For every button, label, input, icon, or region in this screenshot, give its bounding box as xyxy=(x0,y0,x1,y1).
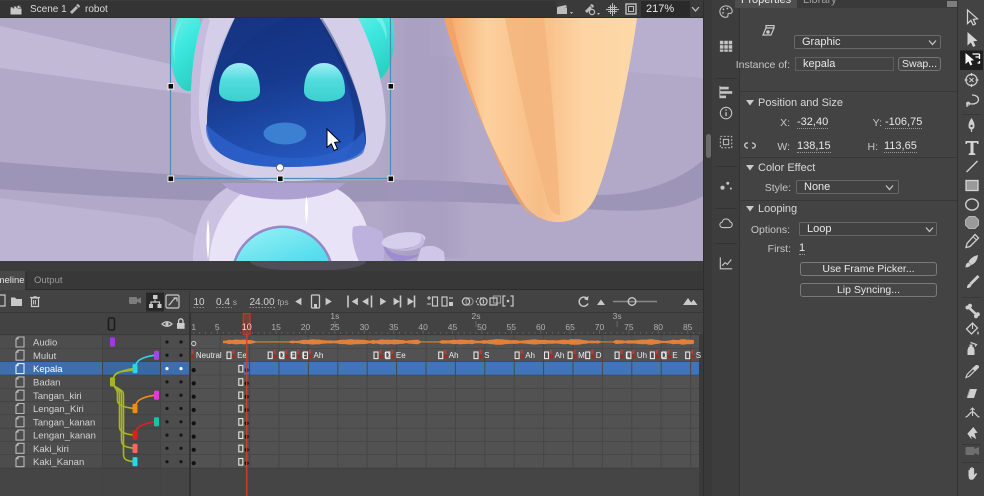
svg-text:Neutral: Neutral xyxy=(196,351,222,360)
svg-text:55: 55 xyxy=(507,322,517,332)
svg-text:Lengan_Kiri: Lengan_Kiri xyxy=(33,404,84,415)
svg-text:Kaki_Kanan: Kaki_Kanan xyxy=(33,457,84,468)
svg-text:10: 10 xyxy=(194,297,206,308)
svg-text:Uh: Uh xyxy=(637,351,647,360)
svg-text:50: 50 xyxy=(477,322,487,332)
svg-text:D: D xyxy=(596,351,602,360)
svg-text:20: 20 xyxy=(301,322,311,332)
svg-text:15: 15 xyxy=(271,322,281,332)
svg-text:5: 5 xyxy=(215,322,220,332)
svg-text:F: F xyxy=(302,351,307,360)
svg-text:S: S xyxy=(696,351,701,360)
svg-text:L: L xyxy=(625,351,630,360)
svg-text:75: 75 xyxy=(624,322,634,332)
svg-text:35: 35 xyxy=(389,322,399,332)
svg-text:40: 40 xyxy=(418,322,428,332)
svg-text:70: 70 xyxy=(595,322,605,332)
svg-text:Tangan_kanan: Tangan_kanan xyxy=(33,417,95,428)
svg-text:M: M xyxy=(578,351,585,360)
svg-text:Kaki_kiri: Kaki_kiri xyxy=(33,444,69,455)
svg-text:65: 65 xyxy=(565,322,575,332)
svg-text:Tangan_kiri: Tangan_kiri xyxy=(33,391,82,402)
svg-text:Ee: Ee xyxy=(396,351,406,360)
svg-text:S: S xyxy=(484,351,489,360)
svg-text:Lengan_kanan: Lengan_kanan xyxy=(33,431,96,442)
svg-text:Ah: Ah xyxy=(449,351,459,360)
svg-text:Mulut: Mulut xyxy=(33,351,57,362)
svg-text:Ah: Ah xyxy=(314,351,324,360)
svg-text:D: D xyxy=(384,351,390,360)
svg-text:85: 85 xyxy=(683,322,693,332)
svg-text:Ah: Ah xyxy=(525,351,535,360)
svg-text:1s: 1s xyxy=(330,311,339,321)
svg-text:E: E xyxy=(290,351,295,360)
svg-text:24.00 fps: 24.00 fps xyxy=(250,297,289,308)
svg-text:Ah: Ah xyxy=(555,351,565,360)
svg-text:D: D xyxy=(278,351,284,360)
svg-text:Kepala: Kepala xyxy=(33,364,63,375)
svg-text:2s: 2s xyxy=(472,311,481,321)
svg-text:10: 10 xyxy=(242,322,252,332)
svg-text:45: 45 xyxy=(448,322,458,332)
svg-text:D: D xyxy=(661,351,667,360)
svg-text:Ee: Ee xyxy=(237,351,247,360)
svg-text:0.4 s: 0.4 s xyxy=(216,297,237,308)
svg-text:3s: 3s xyxy=(613,311,622,321)
svg-text:60: 60 xyxy=(536,322,546,332)
svg-text:E: E xyxy=(672,351,677,360)
svg-text:Badan: Badan xyxy=(33,378,60,389)
svg-text:1: 1 xyxy=(191,322,196,332)
svg-text:80: 80 xyxy=(654,322,664,332)
svg-text:Audio: Audio xyxy=(33,338,57,349)
svg-text:30: 30 xyxy=(360,322,370,332)
